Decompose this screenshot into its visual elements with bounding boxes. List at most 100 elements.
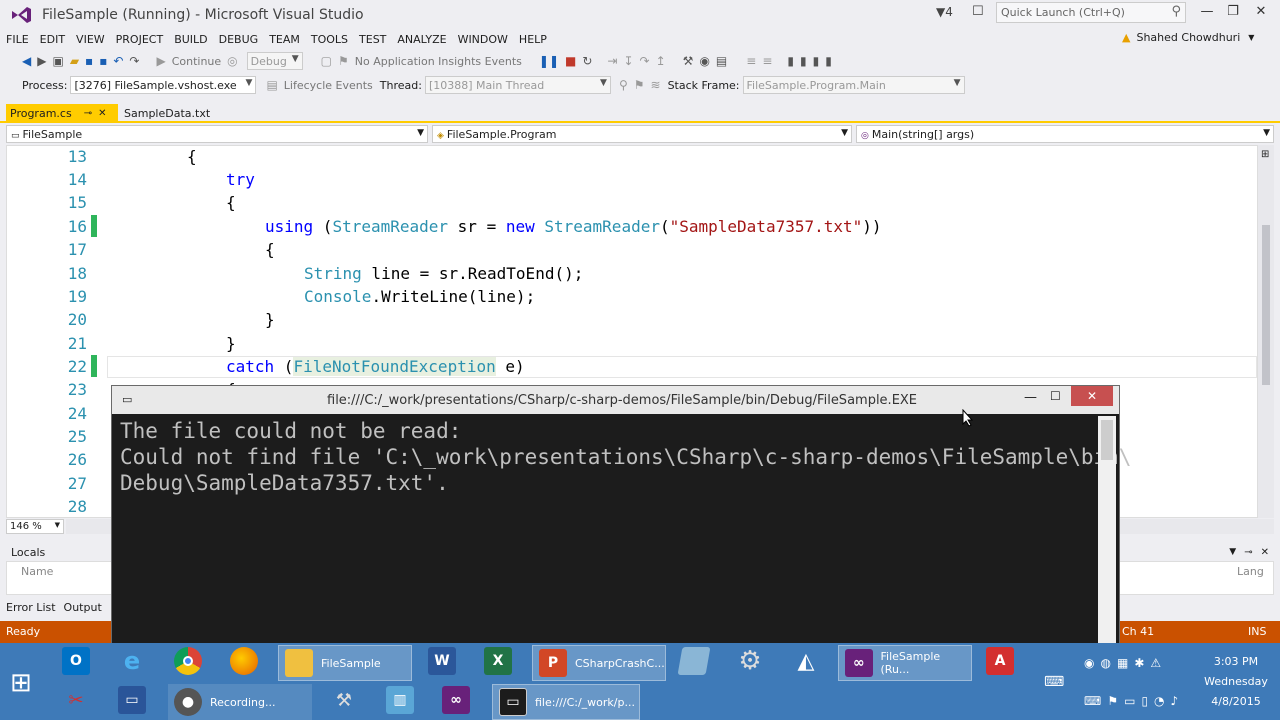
- feedback-icon[interactable]: ☐: [972, 4, 984, 19]
- zoom-level-select[interactable]: 146 % ▼: [6, 519, 64, 534]
- step-over-icon[interactable]: ↷: [640, 54, 650, 68]
- console-maximize-button[interactable]: ☐: [1050, 389, 1061, 403]
- console-task[interactable]: ▭ file:///C:/_work/p...: [492, 684, 640, 720]
- console-scroll-thumb[interactable]: [1101, 420, 1113, 460]
- close-button[interactable]: ✕: [1250, 4, 1272, 22]
- column-lang-header[interactable]: Lang: [1237, 565, 1264, 578]
- notifications-flag[interactable]: ▼4: [936, 5, 953, 19]
- bookmark-icon[interactable]: ▮: [787, 54, 794, 68]
- restart-icon[interactable]: ↻: [582, 54, 592, 68]
- tool-taskbar-button[interactable]: ⚒: [330, 686, 366, 714]
- skype-icon[interactable]: ◉: [1084, 656, 1094, 670]
- explorer-filesample-task[interactable]: FileSample: [278, 645, 412, 681]
- flag-threads-icon[interactable]: ⚑: [634, 78, 645, 92]
- recording-task[interactable]: ● Recording...: [168, 684, 312, 720]
- alert-icon[interactable]: ⚠: [1150, 656, 1161, 670]
- indent-icon[interactable]: ≡: [746, 54, 756, 68]
- redo-icon[interactable]: ↷: [129, 54, 139, 68]
- chrome-taskbar-button[interactable]: [174, 647, 210, 675]
- member-dropdown[interactable]: ◎ Main(string[] args) ▼: [856, 125, 1274, 143]
- acrobat-taskbar-button[interactable]: A: [986, 647, 1022, 675]
- breakpoint-icon[interactable]: ◉: [699, 54, 709, 68]
- column-name-header[interactable]: Name: [21, 565, 53, 578]
- type-dropdown[interactable]: ◈ FileSample.Program ▼: [432, 125, 852, 143]
- bookmark-clear-icon[interactable]: ▮: [825, 54, 832, 68]
- tab-error-list[interactable]: Error List: [6, 601, 56, 614]
- taskbar-clock[interactable]: 3:03 PM Wednesday 4/8/2015: [1196, 654, 1276, 710]
- vs-taskbar-button[interactable]: ∞: [442, 686, 478, 714]
- threads-icon[interactable]: ≋: [651, 78, 661, 92]
- step-icon[interactable]: ⇥: [607, 54, 617, 68]
- scroll-thumb[interactable]: [1262, 225, 1270, 385]
- user-account[interactable]: ▲ Shahed Chowdhuri ▼: [1122, 31, 1254, 44]
- minimize-button[interactable]: —: [1196, 4, 1218, 22]
- quick-launch-input[interactable]: Quick Launch (Ctrl+Q) ⚲: [996, 2, 1186, 23]
- config-select[interactable]: Debug ▼: [246, 52, 303, 70]
- app-taskbar-button[interactable]: [677, 647, 716, 675]
- filter-icon[interactable]: ⚲: [619, 78, 628, 92]
- forward-icon[interactable]: ▶: [37, 54, 46, 68]
- word-taskbar-button[interactable]: W: [428, 647, 464, 675]
- sync-icon[interactable]: ◍: [1100, 656, 1110, 670]
- flag-icon[interactable]: ⚑: [1107, 694, 1118, 708]
- start-button-icon[interactable]: ⊞: [10, 668, 32, 698]
- editor-vertical-scrollbar[interactable]: ⊞: [1258, 145, 1274, 518]
- process-select[interactable]: [3276] FileSample.vshost.exe ▼: [70, 76, 257, 94]
- pin-icon[interactable]: ⊸: [84, 108, 92, 119]
- keyboard-icon[interactable]: ⌨: [1044, 674, 1064, 690]
- attach-icon[interactable]: ◎: [227, 54, 237, 68]
- step-out-icon[interactable]: ↥: [656, 54, 666, 68]
- display-icon[interactable]: ▭: [1124, 694, 1135, 708]
- menu-window[interactable]: WINDOW: [458, 33, 508, 46]
- ie-taskbar-button[interactable]: e: [118, 647, 154, 675]
- outlook-taskbar-button[interactable]: O: [62, 647, 98, 675]
- open-folder-icon[interactable]: ▰: [70, 54, 79, 68]
- undo-icon[interactable]: ↶: [113, 54, 123, 68]
- bookmark-prev-icon[interactable]: ▮: [800, 54, 807, 68]
- thread-select[interactable]: [10388] Main Thread ▼: [424, 76, 611, 94]
- continue-button[interactable]: Continue: [172, 55, 221, 68]
- menu-edit[interactable]: EDIT: [40, 33, 65, 46]
- tab-output[interactable]: Output: [64, 601, 102, 614]
- console-scrollbar[interactable]: [1098, 416, 1116, 644]
- tab-program-cs[interactable]: Program.cs ⊸ ✕: [6, 104, 118, 123]
- menu-analyze[interactable]: ANALYZE: [397, 33, 446, 46]
- stack-frame-select[interactable]: FileSample.Program.Main ▼: [742, 76, 965, 94]
- save-icon[interactable]: ▪: [85, 54, 93, 68]
- desktop-taskbar-button[interactable]: ▭: [118, 686, 154, 714]
- powerpoint-task[interactable]: P CSharpCrashC...: [532, 645, 666, 681]
- excel-taskbar-button[interactable]: X: [484, 647, 520, 675]
- outdent-icon[interactable]: ≡: [762, 54, 772, 68]
- snipping-taskbar-button[interactable]: ✂: [62, 686, 98, 714]
- menu-tools[interactable]: TOOLS: [311, 33, 348, 46]
- back-icon[interactable]: ◀: [22, 54, 31, 68]
- menu-team[interactable]: TEAM: [269, 33, 300, 46]
- tab-sampledata-txt[interactable]: SampleData.txt: [120, 104, 214, 123]
- tools-icon[interactable]: ⚒: [683, 54, 694, 68]
- menu-help[interactable]: HELP: [519, 33, 547, 46]
- bookmark-next-icon[interactable]: ▮: [813, 54, 820, 68]
- restore-button[interactable]: ❐: [1222, 4, 1244, 22]
- console-minimize-button[interactable]: —: [1024, 390, 1037, 405]
- insights-label[interactable]: No Application Insights Events: [355, 55, 522, 68]
- split-icon[interactable]: ⊞: [1261, 149, 1269, 160]
- settings-taskbar-button[interactable]: ⚙: [736, 646, 772, 676]
- lifecycle-events-button[interactable]: Lifecycle Events: [284, 79, 373, 92]
- close-icon[interactable]: ✕: [1261, 547, 1269, 558]
- unity-taskbar-button[interactable]: ◭: [792, 647, 828, 675]
- menu-debug[interactable]: DEBUG: [219, 33, 259, 46]
- menu-test[interactable]: TEST: [359, 33, 386, 46]
- network-monitor-icon[interactable]: ▦: [1117, 656, 1128, 670]
- console-close-button[interactable]: ✕: [1071, 386, 1113, 406]
- menu-view[interactable]: VIEW: [76, 33, 105, 46]
- menu-build[interactable]: BUILD: [174, 33, 207, 46]
- firefox-taskbar-button[interactable]: [230, 647, 266, 675]
- chevron-down-icon[interactable]: ▼: [1229, 547, 1236, 557]
- input-icon[interactable]: ⌨: [1084, 694, 1101, 708]
- stop-icon[interactable]: ■: [565, 54, 576, 68]
- save-all-icon[interactable]: ▪: [99, 54, 107, 68]
- new-project-icon[interactable]: ▣: [52, 54, 63, 68]
- visual-studio-task[interactable]: ∞ FileSample (Ru...: [838, 645, 972, 681]
- menu-file[interactable]: FILE: [6, 33, 29, 46]
- device-icon[interactable]: ▢: [321, 54, 332, 68]
